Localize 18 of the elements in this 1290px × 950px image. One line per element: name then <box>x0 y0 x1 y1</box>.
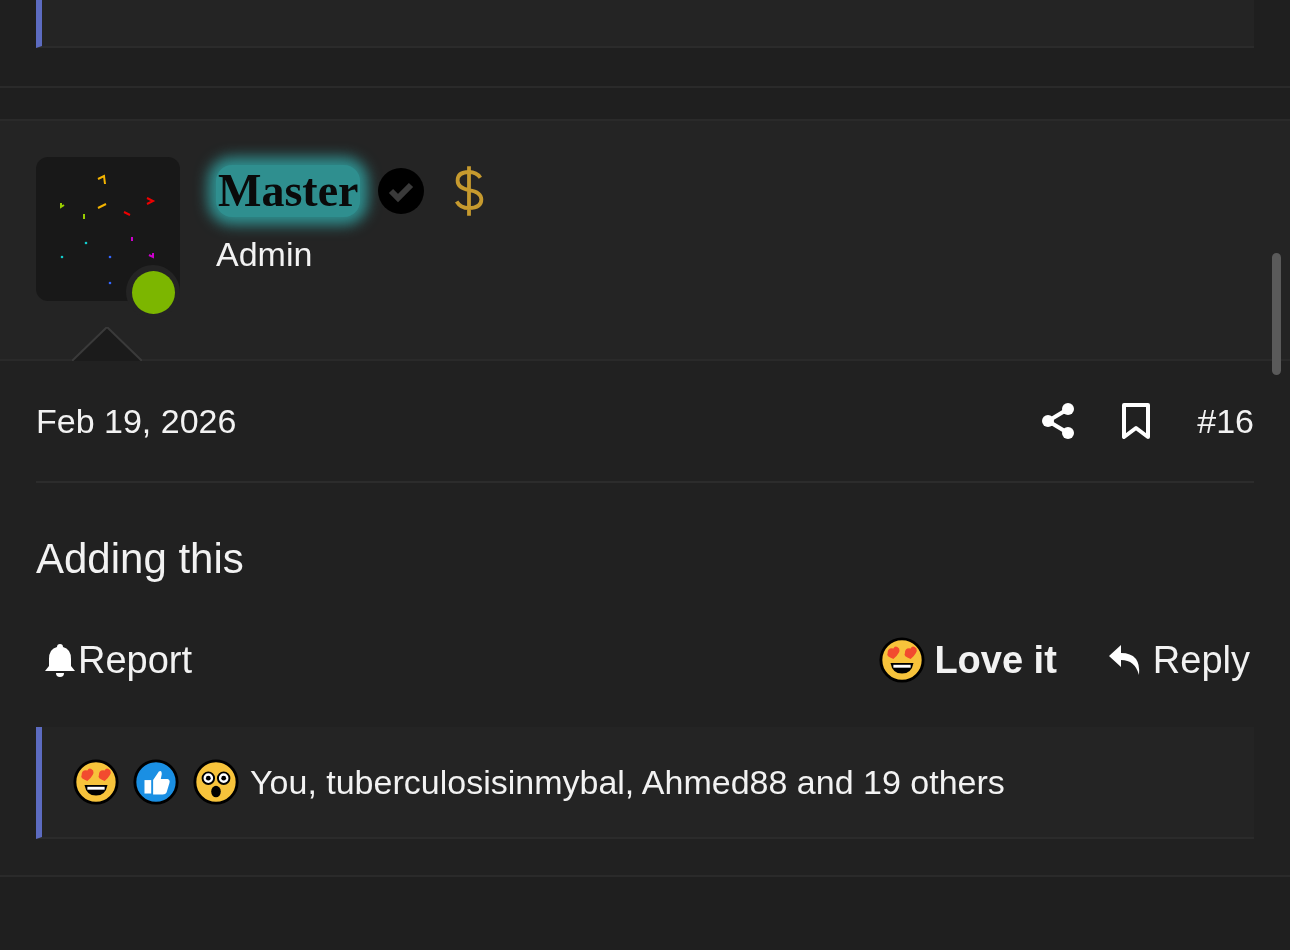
share-icon[interactable] <box>1041 403 1076 439</box>
user-role: Admin <box>216 234 314 275</box>
bookmark-icon[interactable] <box>1121 403 1152 439</box>
thumbs-up-icon <box>132 758 180 806</box>
heart-eyes-emoji-icon <box>72 758 120 806</box>
post-number[interactable]: #16 <box>1197 395 1254 447</box>
scrollbar[interactable] <box>1272 253 1281 375</box>
post-text: Adding this <box>36 534 245 584</box>
report-button[interactable]: Report <box>44 631 193 689</box>
bell-icon <box>44 642 76 678</box>
heart-eyes-emoji-icon <box>878 636 927 684</box>
post-date[interactable]: Feb 19, 2026 <box>36 395 237 447</box>
reply-button[interactable]: Reply <box>1106 631 1250 689</box>
username[interactable]: Master <box>216 165 361 217</box>
reactions-summary-link[interactable]: You, tuberculosisinmybal, Ahmed88 and 19 others <box>250 756 1005 808</box>
avatar-image[interactable] <box>36 157 180 301</box>
love-it-reaction-button[interactable]: Love it <box>878 631 1057 689</box>
surprised-emoji-icon <box>192 758 240 806</box>
